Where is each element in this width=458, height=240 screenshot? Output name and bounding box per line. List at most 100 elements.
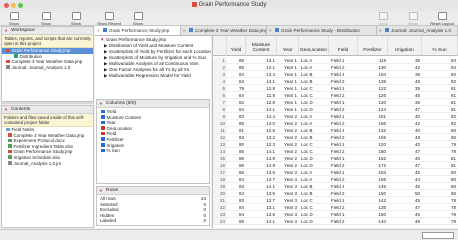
table-cell[interactable]: 81	[422, 99, 458, 106]
table-cell[interactable]: 12.9	[246, 99, 277, 106]
table-cell[interactable]: 135	[358, 78, 388, 85]
table-cell[interactable]: 47	[388, 204, 422, 211]
table-cell[interactable]: 79	[422, 211, 458, 218]
table-cell[interactable]: Field 1	[329, 155, 358, 162]
table-cell[interactable]: 81	[422, 155, 458, 162]
table-cell[interactable]: Loc B	[299, 190, 329, 197]
row-number[interactable]: 24	[213, 218, 227, 225]
table-cell[interactable]: 135	[358, 204, 388, 211]
table-cell[interactable]: Loc D	[299, 162, 329, 169]
table-cell[interactable]: 163	[358, 169, 388, 176]
workspace-header[interactable]: ▼ Workspace	[2, 27, 93, 35]
table-cell[interactable]: 82	[422, 78, 458, 85]
table-cell[interactable]: 154	[358, 71, 388, 78]
close-tab-icon[interactable]: ×	[379, 26, 382, 35]
close-tab-icon[interactable]: ×	[97, 26, 100, 35]
table-cell[interactable]: Loc D	[299, 218, 329, 225]
table-cell[interactable]: 13.4	[246, 71, 277, 78]
table-cell[interactable]: 84	[227, 106, 246, 113]
table-cell[interactable]: Loc D	[299, 155, 329, 162]
row-number[interactable]: 18	[213, 176, 227, 183]
status-scroll-indicator[interactable]	[422, 232, 454, 239]
table-cell[interactable]: 84	[227, 92, 246, 99]
table-cell[interactable]: 47	[388, 106, 422, 113]
table-cell[interactable]: Year 3	[277, 211, 299, 218]
table-cell[interactable]: 150	[358, 190, 388, 197]
table-cell[interactable]: Year 1	[277, 85, 299, 92]
contents-header[interactable]: ▼ Contents	[2, 106, 93, 114]
row-number[interactable]: 11	[213, 127, 227, 134]
table-cell[interactable]: 86	[227, 162, 246, 169]
table-cell[interactable]: 13.2	[246, 134, 277, 141]
column-header[interactable]: % Sun	[422, 36, 458, 56]
collapse-triangle-icon[interactable]: ▼	[4, 106, 8, 113]
table-cell[interactable]: 40	[388, 113, 422, 120]
table-cell[interactable]: Field 2	[329, 218, 358, 225]
table-cell[interactable]: 85	[227, 64, 246, 71]
data-grid[interactable]: Yield Moisture Content Year GeoLocation Fiel…	[212, 36, 458, 228]
table-cell[interactable]: 80	[422, 169, 458, 176]
table-cell[interactable]: 35	[388, 99, 422, 106]
table-cell[interactable]: 14.1	[246, 78, 277, 85]
table-cell[interactable]: Year 3	[277, 218, 299, 225]
table-script[interactable]: ▶ Multivariable Regression Model for Yie…	[100, 73, 210, 79]
table-cell[interactable]: Loc B	[299, 127, 329, 134]
table-cell[interactable]: Field 1	[329, 99, 358, 106]
table-cell[interactable]: 13.6	[246, 169, 277, 176]
rows-header[interactable]: ▼ Rows	[97, 187, 209, 195]
table-cell[interactable]: 81	[422, 106, 458, 113]
table-cell[interactable]: Loc C	[299, 204, 329, 211]
column-header[interactable]: Fertilizer	[358, 36, 388, 56]
table-cell[interactable]: Year 3	[277, 197, 299, 204]
table-cell[interactable]: 14.1	[246, 183, 277, 190]
table-cell[interactable]: 40	[388, 127, 422, 134]
table-cell[interactable]: Loc B	[299, 183, 329, 190]
table-cell[interactable]: 12.6	[246, 127, 277, 134]
table-cell[interactable]: 142	[358, 197, 388, 204]
table-cell[interactable]: 79	[422, 148, 458, 155]
row-number[interactable]: 15	[213, 155, 227, 162]
table-cell[interactable]: 13.5	[246, 211, 277, 218]
row-number[interactable]: 19	[213, 183, 227, 190]
table-cell[interactable]: Loc D	[299, 211, 329, 218]
tab-1[interactable]: × Grain Performance Study.jmp	[95, 26, 181, 35]
table-cell[interactable]: Year 3	[277, 204, 299, 211]
table-cell[interactable]: 13.1	[246, 204, 277, 211]
row-number[interactable]: 5	[213, 85, 227, 92]
collapse-triangle-icon[interactable]: ▼	[99, 100, 103, 107]
table-cell[interactable]: Field 1	[329, 183, 358, 190]
table-cell[interactable]: 13.7	[246, 176, 277, 183]
table-cell[interactable]: 12.1	[246, 64, 277, 71]
table-cell[interactable]: 86	[227, 155, 246, 162]
table-cell[interactable]: Year 2	[277, 148, 299, 155]
table-cell[interactable]: 12.3	[246, 141, 277, 148]
table-cell[interactable]: 83	[227, 113, 246, 120]
row-number[interactable]: 7	[213, 99, 227, 106]
table-cell[interactable]: 80	[227, 141, 246, 148]
table-cell[interactable]: 86	[227, 169, 246, 176]
table-cell[interactable]: 83	[227, 183, 246, 190]
table-cell[interactable]: Field 1	[329, 57, 358, 64]
table-cell[interactable]: Loc B	[299, 134, 329, 141]
workspace-item[interactable]: Journal: Journal_Analysis 1.0	[2, 65, 93, 71]
table-cell[interactable]: 44	[388, 176, 422, 183]
table-cell[interactable]: 140	[358, 218, 388, 225]
table-cell[interactable]: 85	[227, 148, 246, 155]
table-cell[interactable]: 80	[422, 127, 458, 134]
table-cell[interactable]: Loc C	[299, 148, 329, 155]
table-cell[interactable]: 82	[422, 71, 458, 78]
table-cell[interactable]: 120	[358, 99, 388, 106]
table-cell[interactable]: Field 2	[329, 134, 358, 141]
table-cell[interactable]: 84	[227, 190, 246, 197]
table-cell[interactable]: 12.7	[246, 197, 277, 204]
table-cell[interactable]: Field 2	[329, 92, 358, 99]
table-cell[interactable]: 82	[227, 99, 246, 106]
table-cell[interactable]: 13.5	[246, 190, 277, 197]
table-cell[interactable]: Loc A	[299, 64, 329, 71]
table-cell[interactable]: 83	[227, 197, 246, 204]
row-number[interactable]: 9	[213, 113, 227, 120]
table-cell[interactable]: 166	[358, 120, 388, 127]
table-cell[interactable]: 160	[358, 148, 388, 155]
table-cell[interactable]: 155	[358, 176, 388, 183]
columns-header[interactable]: ▼ Columns (8/0)	[97, 100, 209, 108]
